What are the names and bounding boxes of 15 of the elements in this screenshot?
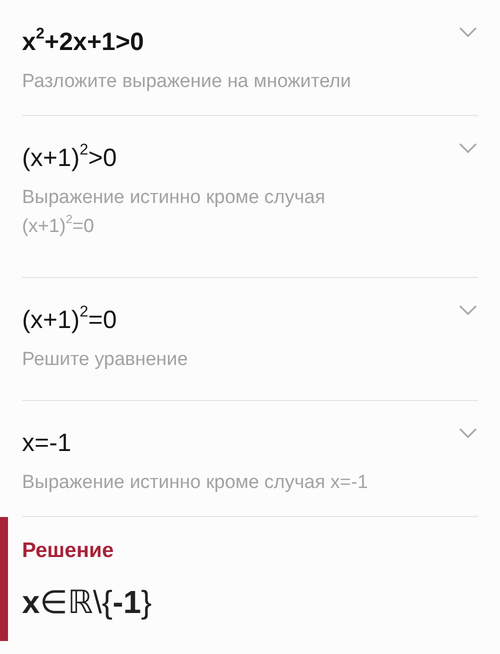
- step-hint: Выражение истинно кроме случая: [22, 186, 326, 210]
- math-expression: x$^{2}$+2x+1>0: [22, 24, 145, 57]
- chevron-down-icon[interactable]: [458, 304, 478, 316]
- hint-formula: (x+1)$^{2}$=0: [22, 216, 96, 238]
- solution-answer: x∈ℝ\{-1}: [22, 582, 153, 621]
- math-expression: (x+1)$^{2}$=0: [22, 302, 118, 335]
- step-hint: Решите уравнение: [22, 348, 188, 372]
- chevron-down-icon[interactable]: [458, 26, 478, 38]
- step-hint: Выражение истинно кроме случая x=-1: [22, 470, 368, 495]
- solution-title: Решение: [22, 538, 115, 563]
- math-expression: x=-1: [22, 428, 72, 458]
- chevron-down-icon[interactable]: [458, 142, 478, 154]
- math-expression: (x+1)$^{2}$>0: [22, 140, 118, 173]
- step-hint: Разложите выражение на множители: [22, 70, 352, 94]
- chevron-down-icon[interactable]: [458, 426, 478, 439]
